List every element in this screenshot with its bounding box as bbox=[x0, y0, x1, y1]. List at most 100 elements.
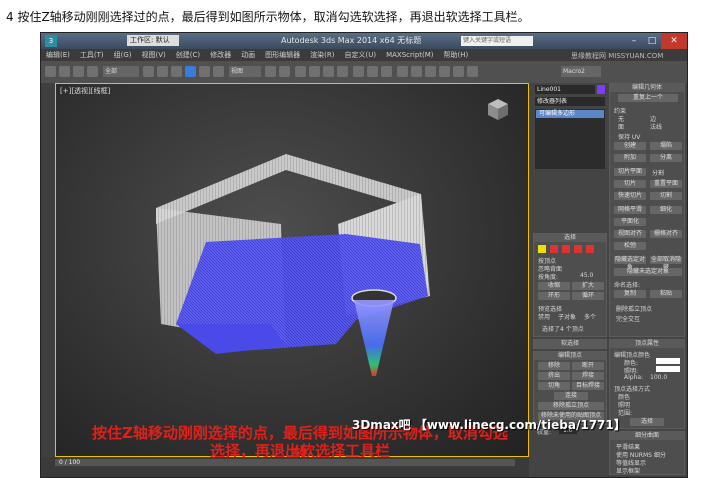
stack-item-editable-poly[interactable]: 可编辑多边形 bbox=[536, 110, 604, 118]
constraint-normal-radio[interactable]: 法线 bbox=[650, 122, 662, 131]
close-button[interactable]: ✕ bbox=[661, 33, 687, 49]
rollout-title[interactable]: 选择 bbox=[534, 234, 606, 242]
attach-button[interactable]: 附加 bbox=[614, 154, 646, 162]
menu-item[interactable]: 修改器 bbox=[205, 49, 236, 61]
break-button[interactable]: 断开 bbox=[572, 362, 604, 370]
select-move-icon[interactable] bbox=[185, 66, 196, 77]
rollout-title[interactable]: 细分曲面 bbox=[610, 432, 684, 440]
show-cage-checkbox[interactable]: 显示框架 bbox=[616, 466, 640, 475]
menu-item[interactable]: 工具(T) bbox=[75, 49, 109, 61]
render-setup-icon[interactable] bbox=[439, 66, 450, 77]
split-checkbox[interactable]: 分割 bbox=[652, 168, 664, 177]
maximize-button[interactable]: □ bbox=[643, 33, 661, 49]
menu-item[interactable]: 组(G) bbox=[109, 49, 137, 61]
create-button[interactable]: 创建 bbox=[614, 142, 646, 150]
vertex-select-button[interactable]: 选择 bbox=[630, 418, 664, 426]
menu-item[interactable]: 动画 bbox=[236, 49, 260, 61]
edge-mode-icon[interactable] bbox=[550, 245, 558, 253]
object-color-swatch[interactable] bbox=[597, 85, 605, 94]
rollout-title[interactable]: 编辑几何体 bbox=[610, 84, 684, 92]
preview-disabled-radio[interactable]: 禁用 bbox=[538, 312, 550, 321]
remove-isolated-button[interactable]: 移除孤立顶点 bbox=[538, 402, 604, 410]
minimize-button[interactable]: – bbox=[625, 33, 643, 49]
meshsmooth-button[interactable]: 网格平滑 bbox=[614, 206, 646, 214]
spinner-snap-icon[interactable] bbox=[337, 66, 348, 77]
delete-isolated-checkbox[interactable]: 删除孤立顶点 bbox=[616, 304, 652, 313]
named-selection-dropdown[interactable]: Macro2 bbox=[561, 66, 601, 77]
preview-subobject-radio[interactable]: 子对象 bbox=[558, 312, 576, 321]
detach-button[interactable]: 分离 bbox=[650, 154, 682, 162]
undo-icon[interactable] bbox=[45, 66, 56, 77]
slice-button[interactable]: 切片 bbox=[614, 180, 646, 188]
reset-plane-button[interactable]: 重置平面 bbox=[650, 180, 682, 188]
border-mode-icon[interactable] bbox=[562, 245, 570, 253]
angle-snap-icon[interactable] bbox=[309, 66, 320, 77]
schematic-icon[interactable] bbox=[411, 66, 422, 77]
color-swatch[interactable] bbox=[656, 358, 680, 364]
slice-plane-button[interactable]: 切片平面 bbox=[614, 168, 646, 176]
menu-item[interactable]: MAXScript(M) bbox=[381, 49, 438, 61]
paste-button[interactable]: 粘贴 bbox=[650, 290, 682, 298]
connect-button[interactable]: 连接 bbox=[554, 392, 588, 400]
align-icon[interactable] bbox=[367, 66, 378, 77]
remove-button[interactable]: 移除 bbox=[538, 362, 570, 370]
percent-snap-icon[interactable] bbox=[323, 66, 334, 77]
ref-coord-dropdown[interactable]: 视图 bbox=[229, 66, 261, 77]
modifier-list-dropdown[interactable]: 修改器列表 bbox=[535, 97, 605, 106]
cut-button[interactable]: 切割 bbox=[650, 192, 682, 200]
grow-button[interactable]: 扩大 bbox=[572, 282, 604, 290]
object-name-field[interactable]: Line001 bbox=[535, 85, 595, 94]
planarize-button[interactable]: 平面化 bbox=[614, 218, 646, 226]
redo-icon[interactable] bbox=[59, 66, 70, 77]
menu-item[interactable]: 视图(V) bbox=[137, 49, 171, 61]
rollout-title[interactable]: 软选择 bbox=[534, 340, 606, 348]
select-object-icon[interactable] bbox=[143, 66, 154, 77]
view-align-button[interactable]: 视图对齐 bbox=[614, 230, 646, 238]
pivot-icon[interactable] bbox=[265, 66, 276, 77]
loop-button[interactable]: 循环 bbox=[572, 292, 604, 300]
weld-button[interactable]: 焊接 bbox=[572, 372, 604, 380]
repeat-last-button[interactable]: 重复上一个 bbox=[618, 94, 678, 102]
mirror-icon[interactable] bbox=[353, 66, 364, 77]
app-logo-icon[interactable]: 3 bbox=[45, 35, 57, 47]
grid-align-button[interactable]: 栅格对齐 bbox=[650, 230, 682, 238]
tessellate-button[interactable]: 细化 bbox=[650, 206, 682, 214]
menu-item[interactable]: 帮助(H) bbox=[439, 49, 474, 61]
hide-selected-button[interactable]: 隐藏选定对象 bbox=[614, 256, 646, 271]
quickslice-button[interactable]: 快速切片 bbox=[614, 192, 646, 200]
curve-editor-icon[interactable] bbox=[397, 66, 408, 77]
chamfer-button[interactable]: 切角 bbox=[538, 382, 570, 390]
shrink-button[interactable]: 收缩 bbox=[538, 282, 570, 290]
menu-item[interactable]: 图形编辑器 bbox=[260, 49, 305, 61]
selection-filter-dropdown[interactable]: 全部 bbox=[103, 66, 139, 77]
relax-button[interactable]: 松弛 bbox=[614, 242, 646, 250]
copy-button[interactable]: 复制 bbox=[614, 290, 646, 298]
by-angle-checkbox[interactable]: 按角度: bbox=[538, 272, 558, 281]
extrude-button[interactable]: 挤出 bbox=[538, 372, 570, 380]
constraint-face-radio[interactable]: 面 bbox=[618, 122, 624, 131]
select-by-name-icon[interactable] bbox=[157, 66, 168, 77]
menu-item[interactable]: 编辑(E) bbox=[41, 49, 75, 61]
rect-region-icon[interactable] bbox=[171, 66, 182, 77]
snap-icon[interactable] bbox=[295, 66, 306, 77]
target-weld-button[interactable]: 目标焊接 bbox=[572, 382, 604, 390]
collapse-button[interactable]: 塌陷 bbox=[650, 142, 682, 150]
ring-button[interactable]: 环形 bbox=[538, 292, 570, 300]
perspective-viewport[interactable]: [+][透视][线框] 按住Z轴移动刚刚选择的点，最后得到如图所示物体，取消勾选… bbox=[55, 83, 529, 463]
manipulate-icon[interactable] bbox=[279, 66, 290, 77]
search-input[interactable]: 键入关键字或短语 bbox=[461, 36, 533, 46]
time-slider[interactable] bbox=[55, 459, 515, 466]
unlink-icon[interactable] bbox=[87, 66, 98, 77]
polygon-mode-icon[interactable] bbox=[574, 245, 582, 253]
alpha-value-field[interactable]: 100.0 bbox=[650, 374, 667, 381]
full-interactivity-checkbox[interactable]: 完全交互 bbox=[616, 314, 640, 323]
illumination-swatch[interactable] bbox=[656, 366, 680, 372]
menu-item[interactable]: 创建(C) bbox=[171, 49, 205, 61]
link-icon[interactable] bbox=[73, 66, 84, 77]
rollout-title[interactable]: 顶点属性 bbox=[610, 340, 684, 348]
hide-unselected-button[interactable]: 隐藏未选定对象 bbox=[614, 268, 682, 276]
angle-value-field[interactable]: 45.0 bbox=[580, 272, 593, 279]
keep-uv-checkbox[interactable]: 保持 UV bbox=[618, 132, 640, 141]
rollout-title[interactable]: 编辑顶点 bbox=[534, 352, 606, 360]
unhide-all-button[interactable]: 全部取消隐藏 bbox=[650, 256, 682, 271]
